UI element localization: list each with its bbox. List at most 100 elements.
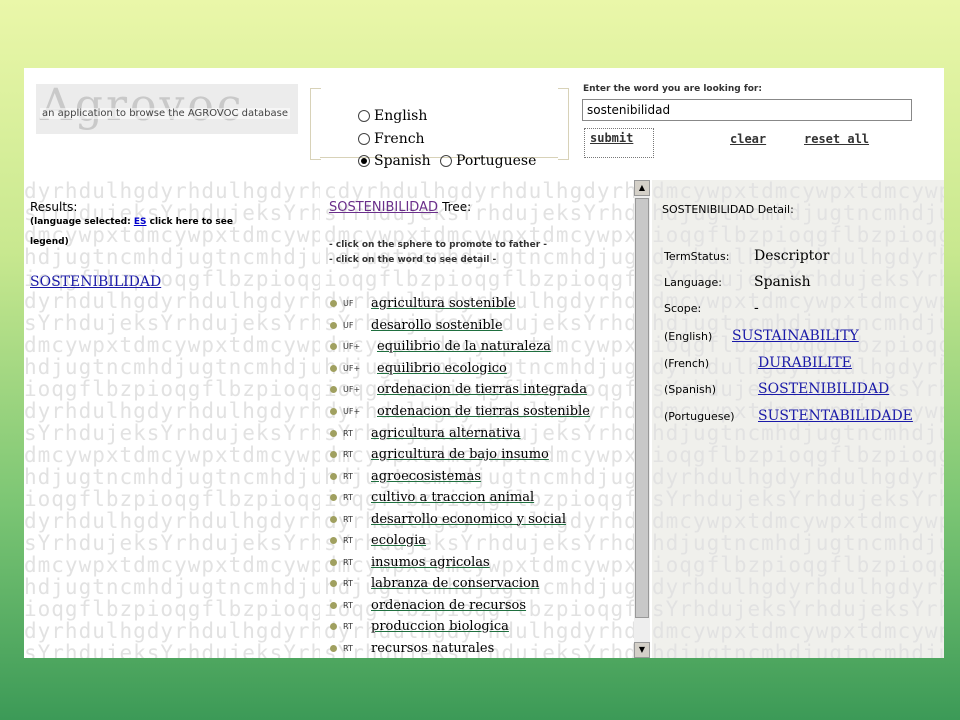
sphere-icon[interactable] (330, 429, 337, 437)
language-selected-suffix: click here to see (149, 217, 233, 227)
sphere-icon[interactable] (330, 407, 337, 415)
tree-term-link[interactable]: agroecosistemas (371, 469, 481, 484)
tree-row: RT insumos agricolas (330, 552, 490, 572)
radio-portuguese[interactable]: Portuguese (440, 153, 536, 169)
tree-term-link[interactable]: agricultura de bajo insumo (371, 447, 549, 462)
results-panel: dyrhdulhgdyrhdulhgdyrhdulhgd sYrhdujeksY… (24, 180, 320, 658)
scroll-down-icon[interactable]: ▼ (634, 642, 650, 658)
agrovoc-logo[interactable]: Agrovoc an application to browse the AGR… (36, 84, 298, 134)
radio-portuguese-icon[interactable] (440, 155, 452, 167)
tree-term-link[interactable]: ordenacion de recursos (371, 598, 526, 613)
scroll-up-icon[interactable]: ▲ (634, 180, 650, 196)
legend-text: legend) (30, 237, 69, 247)
tree-term-link[interactable]: produccion biologica (371, 619, 509, 634)
tree-term-link[interactable]: agricultura sostenible (371, 296, 516, 311)
radio-french-label: French (374, 131, 425, 147)
search-label: Enter the word you are looking for: (583, 84, 762, 94)
tree-row: UF+ ordenacion de tierras integrada (330, 379, 587, 399)
tree-row: RT recursos naturales (330, 638, 494, 658)
relation-code: RT (343, 643, 353, 653)
clear-button[interactable]: clear (730, 132, 766, 146)
detail-panel: dmcywpxtdmcywpxtdmcywpxtdm hdjugtncmhdju… (652, 180, 944, 658)
tree-term-link[interactable]: desarrollo economico y social (371, 512, 566, 527)
sphere-icon[interactable] (330, 299, 337, 307)
relation-code: RT (343, 471, 353, 481)
detail-status-key: TermStatus: (664, 250, 730, 263)
tree-row: UF desarollo sostenible (330, 315, 503, 335)
translation-lang: (English) (664, 330, 713, 343)
radio-english-icon[interactable] (358, 110, 370, 122)
detail-status-value: Descriptor (754, 248, 830, 264)
tree-row: UF+ ordenacion de tierras sostenible (330, 401, 590, 421)
tree-term-link[interactable]: ordenacion de tierras integrada (377, 382, 587, 397)
language-selected-prefix: (language selected: (30, 217, 131, 227)
tree-term-link[interactable]: cultivo a traccion animal (371, 490, 534, 505)
tree-panel: cdyrhdulhgdyrhdulhgdyrhd sYrhdujeksYrhdu… (324, 180, 634, 658)
tree-row: RT agricultura de bajo insumo (330, 444, 549, 464)
translation-row-english: (English) SUSTAINABILITY (664, 328, 859, 344)
detail-language-key: Language: (664, 276, 722, 289)
tree-term-link[interactable]: SOSTENIBILIDAD (329, 200, 438, 215)
tree-term-link[interactable]: equilibrio de la naturaleza (377, 339, 551, 354)
sphere-icon[interactable] (330, 472, 337, 480)
radio-english[interactable]: English (358, 108, 427, 124)
sphere-icon[interactable] (330, 622, 337, 630)
tree-scrollbar[interactable]: ▲ ▼ (634, 180, 650, 658)
sphere-icon[interactable] (330, 450, 337, 458)
language-code-link[interactable]: ES (134, 217, 147, 227)
tree-term-link[interactable]: ecologia (371, 533, 426, 548)
tree-hint-sphere: - click on the sphere to promote to fath… (329, 240, 547, 250)
tree-row: RT produccion biologica (330, 616, 509, 636)
detail-language-value: Spanish (754, 274, 811, 290)
tree-title-suffix: Tree: (442, 200, 472, 214)
result-item-link[interactable]: SOSTENIBILIDAD (30, 274, 161, 290)
tree-title: SOSTENIBILIDAD Tree: (329, 200, 471, 215)
detail-title-suffix: Detail: (757, 203, 794, 216)
tree-term-link[interactable]: agricultura alternativa (371, 426, 521, 441)
radio-spanish[interactable]: Spanish (358, 153, 431, 169)
tree-term-link[interactable]: ordenacion de tierras sostenible (377, 404, 590, 419)
sphere-icon[interactable] (330, 493, 337, 501)
translation-row-french: (French) DURABILITE (664, 355, 852, 371)
detail-title: SOSTENIBILIDAD Detail: (662, 203, 794, 216)
submit-button[interactable]: submit (590, 131, 633, 145)
tree-row: RT labranza de conservacion (330, 573, 539, 593)
sphere-icon[interactable] (330, 601, 337, 609)
sphere-icon[interactable] (330, 342, 337, 350)
relation-code: RT (343, 578, 353, 588)
sphere-icon[interactable] (330, 321, 337, 329)
relation-code: UF+ (343, 406, 361, 416)
radio-spanish-icon[interactable] (358, 155, 370, 167)
translation-link[interactable]: DURABILITE (758, 355, 852, 371)
radio-french-icon[interactable] (358, 133, 370, 145)
sphere-icon[interactable] (330, 558, 337, 566)
tree-term-link[interactable]: labranza de conservacion (371, 576, 539, 591)
sphere-icon[interactable] (330, 644, 337, 652)
radio-french[interactable]: French (358, 131, 425, 147)
sphere-icon[interactable] (330, 364, 337, 372)
tree-row: RT ordenacion de recursos (330, 595, 526, 615)
translation-row-spanish: (Spanish) SOSTENIBILIDAD (664, 381, 889, 397)
sphere-icon[interactable] (330, 579, 337, 587)
detail-scope-key: Scope: (664, 302, 702, 315)
detail-term: SOSTENIBILIDAD (662, 203, 755, 216)
detail-scope-row: Scope: - (664, 300, 759, 316)
reset-all-button[interactable]: reset all (804, 132, 869, 146)
tree-term-link[interactable]: insumos agricolas (371, 555, 490, 570)
translation-link[interactable]: SUSTAINABILITY (732, 328, 859, 344)
scroll-thumb[interactable] (635, 198, 649, 618)
sphere-icon[interactable] (330, 515, 337, 523)
tree-term-link[interactable]: equilibrio ecologico (377, 361, 507, 376)
tree-term-link[interactable]: recursos naturales (371, 641, 494, 656)
search-input[interactable] (582, 99, 912, 121)
translation-lang: (French) (664, 357, 710, 370)
app-window: Agrovoc an application to browse the AGR… (24, 68, 944, 658)
sphere-icon[interactable] (330, 536, 337, 544)
translation-lang: (Spanish) (664, 383, 717, 396)
translation-lang: (Portuguese) (664, 410, 735, 423)
sphere-icon[interactable] (330, 385, 337, 393)
tree-term-link[interactable]: desarollo sostenible (371, 318, 503, 333)
translation-link[interactable]: SUSTENTABILIDADE (758, 408, 913, 424)
relation-code: RT (343, 449, 353, 459)
translation-link[interactable]: SOSTENIBILIDAD (758, 381, 889, 397)
